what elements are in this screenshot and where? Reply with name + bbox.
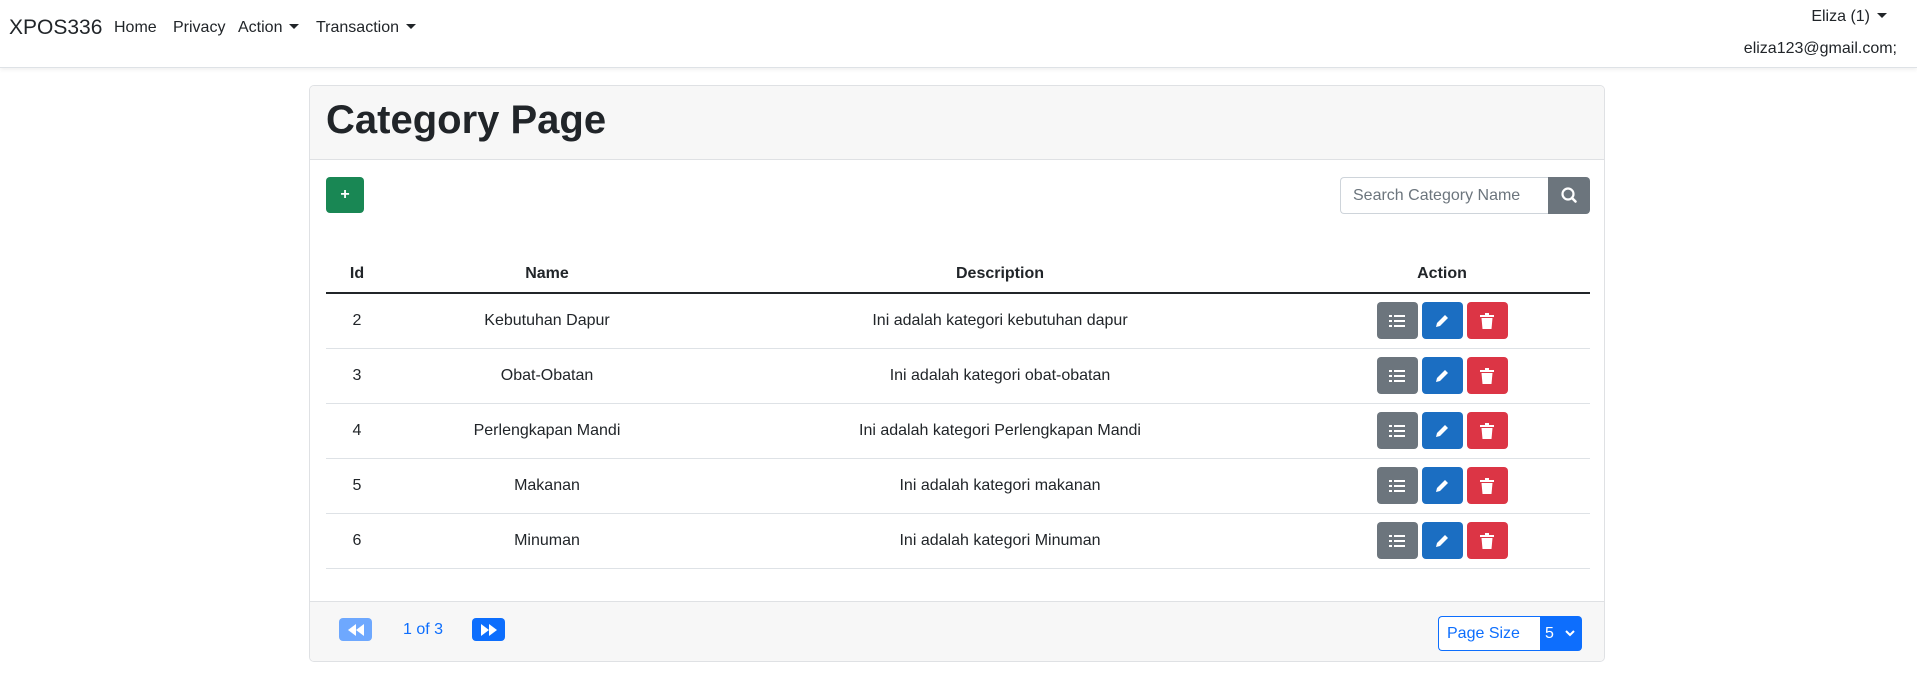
nav-action-dropdown[interactable]: Action xyxy=(238,19,300,37)
table-row: 5 Makanan Ini adalah kategori makanan xyxy=(326,458,1590,514)
cell-action xyxy=(1294,513,1590,569)
page-title: Category Page xyxy=(326,98,607,142)
page-size-select[interactable]: 5 xyxy=(1540,616,1582,651)
user-name: Eliza (1) xyxy=(1811,8,1870,25)
nav-action-label: Action xyxy=(238,19,283,36)
cell-name: Kebutuhan Dapur xyxy=(388,293,706,349)
detail-button[interactable] xyxy=(1376,302,1418,340)
nav-privacy[interactable]: Privacy xyxy=(173,19,225,37)
table-row: 2 Kebutuhan Dapur Ini adalah kategori kebu… xyxy=(326,293,1590,349)
list-icon xyxy=(1389,424,1405,437)
delete-button[interactable] xyxy=(1466,412,1508,449)
cell-action xyxy=(1294,458,1590,514)
forward-icon xyxy=(480,623,497,636)
prev-page-button[interactable] xyxy=(339,618,372,641)
cell-id: 4 xyxy=(326,403,388,459)
pencil-icon xyxy=(1436,534,1448,547)
add-category-button[interactable]: + xyxy=(326,177,364,213)
caret-down-icon xyxy=(1877,13,1887,18)
delete-button[interactable] xyxy=(1466,302,1508,340)
user-dropdown[interactable]: Eliza (1) xyxy=(1811,8,1887,26)
table-row: 4 Perlengkapan Mandi Ini adalah kategori P… xyxy=(326,403,1590,459)
edit-button[interactable] xyxy=(1421,357,1463,394)
cell-description: Ini adalah kategori Minuman xyxy=(706,513,1294,569)
card-footer: 1 of 3 Page Size 5 xyxy=(310,601,1604,661)
table-row: 6 Minuman Ini adalah kategori Minuman xyxy=(326,513,1590,569)
trash-icon xyxy=(1480,477,1494,494)
edit-button[interactable] xyxy=(1421,522,1463,559)
delete-button[interactable] xyxy=(1466,467,1508,504)
cell-id: 2 xyxy=(326,293,388,349)
edit-button[interactable] xyxy=(1421,302,1463,340)
delete-button[interactable] xyxy=(1466,522,1508,559)
detail-button[interactable] xyxy=(1376,522,1418,559)
cell-name: Obat-Obatan xyxy=(388,348,706,404)
trash-icon xyxy=(1480,367,1494,384)
table-row: 3 Obat-Obatan Ini adalah kategori obat-oba… xyxy=(326,348,1590,404)
cell-name: Minuman xyxy=(388,513,706,569)
cell-action xyxy=(1294,403,1590,459)
list-icon xyxy=(1389,369,1405,382)
detail-button[interactable] xyxy=(1376,412,1418,449)
cell-id: 3 xyxy=(326,348,388,404)
backward-icon xyxy=(347,623,364,636)
nav-transaction-dropdown[interactable]: Transaction xyxy=(316,19,416,37)
page-size-value: 5 xyxy=(1545,625,1554,642)
cell-description: Ini adalah kategori obat-obatan xyxy=(706,348,1294,404)
pencil-icon xyxy=(1436,479,1448,492)
list-icon xyxy=(1389,314,1405,327)
category-card: Category Page + Id Name Description Acti… xyxy=(309,85,1605,662)
cell-description: Ini adalah kategori makanan xyxy=(706,458,1294,514)
pencil-icon xyxy=(1436,369,1448,382)
nav-home[interactable]: Home xyxy=(114,19,157,37)
card-header: Category Page xyxy=(310,86,1604,160)
header-action: Action xyxy=(1294,255,1590,294)
user-email: eliza123@gmail.com; xyxy=(1743,40,1897,57)
detail-button[interactable] xyxy=(1376,357,1418,394)
trash-icon xyxy=(1480,312,1494,329)
trash-icon xyxy=(1480,532,1494,549)
header-description: Description xyxy=(706,255,1294,294)
chevron-down-icon xyxy=(1565,630,1575,637)
edit-button[interactable] xyxy=(1421,412,1463,449)
cell-action xyxy=(1294,293,1590,349)
cell-id: 6 xyxy=(326,513,388,569)
caret-down-icon xyxy=(406,24,416,29)
edit-button[interactable] xyxy=(1421,467,1463,504)
list-icon xyxy=(1389,479,1405,492)
pencil-icon xyxy=(1436,314,1448,327)
search-icon xyxy=(1561,187,1577,203)
cell-description: Ini adalah kategori Perlengkapan Mandi xyxy=(706,403,1294,459)
page-size-label: Page Size xyxy=(1438,616,1540,651)
list-icon xyxy=(1389,534,1405,547)
caret-down-icon xyxy=(289,24,300,29)
nav-transaction-label: Transaction xyxy=(316,19,399,36)
category-table: Id Name Description Action 2 Kebutuhan Da… xyxy=(326,255,1590,569)
next-page-button[interactable] xyxy=(472,618,505,641)
trash-icon xyxy=(1480,422,1494,439)
cell-description: Ini adalah kategori kebutuhan dapur xyxy=(706,293,1294,349)
navbar: XPOS336 Home Privacy Action Transaction … xyxy=(0,0,1917,68)
delete-button[interactable] xyxy=(1466,357,1508,394)
search-input[interactable] xyxy=(1340,177,1548,214)
cell-action xyxy=(1294,348,1590,404)
table-header-row: Id Name Description Action xyxy=(326,255,1590,294)
pencil-icon xyxy=(1436,424,1448,437)
cell-name: Makanan xyxy=(388,458,706,514)
cell-id: 5 xyxy=(326,458,388,514)
brand-logo[interactable]: XPOS336 xyxy=(9,16,102,40)
header-id: Id xyxy=(326,255,388,294)
search-button[interactable] xyxy=(1548,177,1590,214)
detail-button[interactable] xyxy=(1376,467,1418,504)
header-name: Name xyxy=(388,255,706,294)
page-info: 1 of 3 xyxy=(403,621,444,638)
cell-name: Perlengkapan Mandi xyxy=(388,403,706,459)
